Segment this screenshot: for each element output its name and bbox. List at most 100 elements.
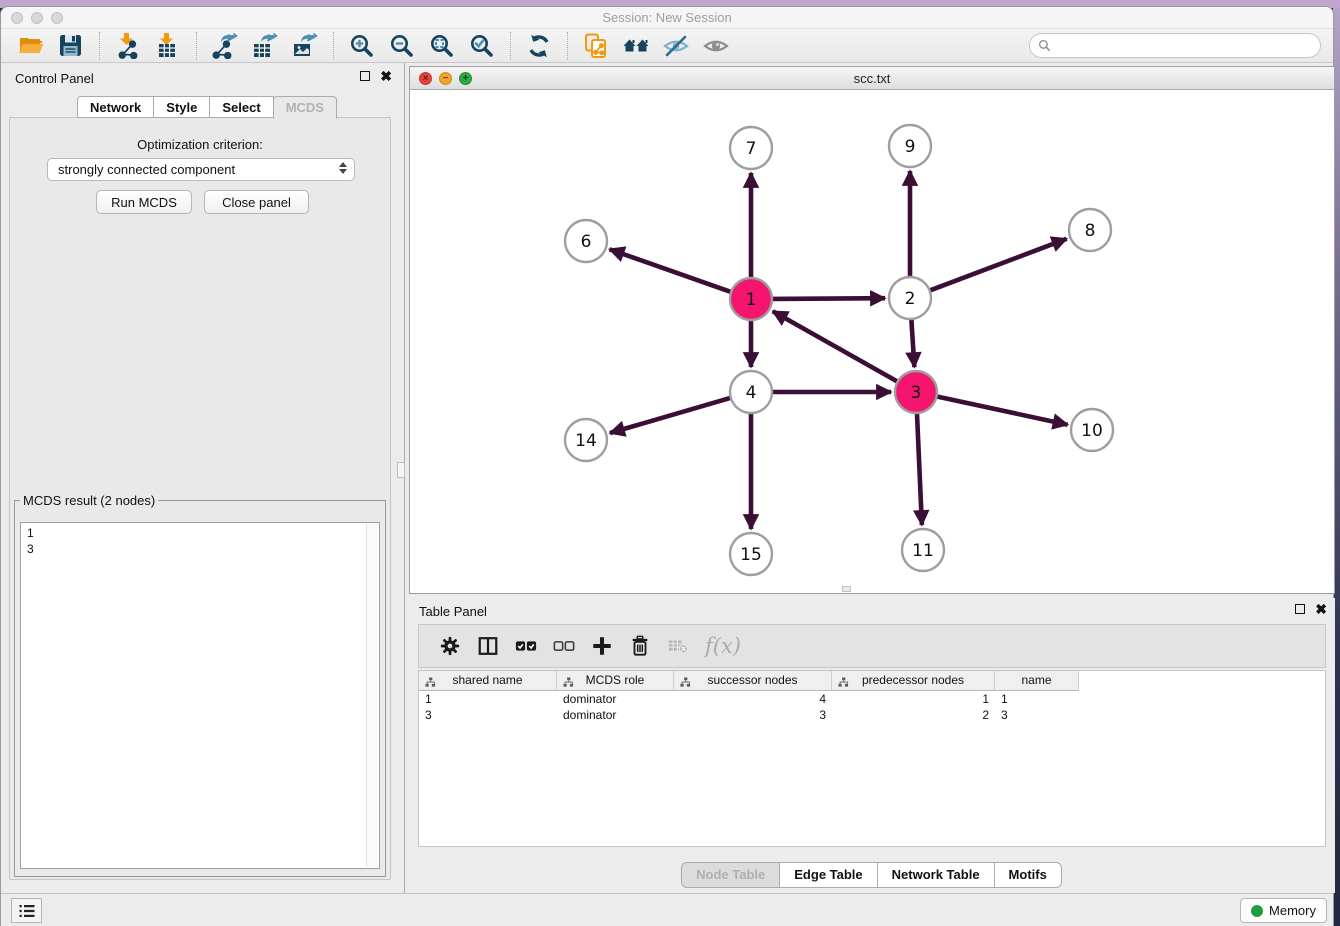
node-15[interactable]: 15 <box>730 533 772 575</box>
tab-edge-table[interactable]: Edge Table <box>779 862 877 888</box>
column-header-name[interactable]: name <box>995 671 1079 691</box>
tab-network-table[interactable]: Network Table <box>877 862 995 888</box>
edge-1-6[interactable] <box>610 249 731 291</box>
eye-icon[interactable] <box>699 31 733 61</box>
search-box[interactable] <box>1029 33 1321 58</box>
export-network-icon[interactable] <box>208 31 242 61</box>
node-11[interactable]: 11 <box>902 529 944 571</box>
edge-3-10[interactable] <box>938 397 1068 425</box>
duplicate-network-icon[interactable] <box>579 31 613 61</box>
tab-node-table[interactable]: Node Table <box>681 862 780 888</box>
zoom-in-icon[interactable] <box>345 31 379 61</box>
delete-column-icon[interactable] <box>625 631 655 661</box>
edge-1-2[interactable] <box>773 298 885 299</box>
network-canvas[interactable]: 7 9 6 8 1 2 4 3 14 10 15 11 <box>410 90 1334 593</box>
function-builder-icon[interactable]: f(x) <box>705 634 741 658</box>
toolbar-separator <box>333 32 334 60</box>
task-history-button[interactable] <box>11 898 42 923</box>
node-9[interactable]: 9 <box>889 125 931 167</box>
mcds-result-textarea[interactable]: 1 3 <box>20 522 380 869</box>
node-3[interactable]: 3 <box>895 371 937 413</box>
table-float-panel-icon[interactable] <box>1295 604 1305 614</box>
split-panel-icon[interactable] <box>473 631 503 661</box>
gear-icon[interactable] <box>435 631 465 661</box>
mcds-result-title: MCDS result (2 nodes) <box>20 493 158 508</box>
node-1[interactable]: 1 <box>730 278 772 320</box>
eye-slash-icon[interactable] <box>659 31 693 61</box>
table-cell[interactable]: 3 <box>995 707 1079 723</box>
add-column-icon[interactable] <box>587 631 617 661</box>
table-cell[interactable]: 2 <box>832 707 995 723</box>
edge-2-3[interactable] <box>911 320 914 367</box>
tab-select[interactable]: Select <box>209 96 273 118</box>
open-folder-icon[interactable] <box>14 31 48 61</box>
tab-network[interactable]: Network <box>77 96 154 118</box>
attribute-type-icon <box>425 675 436 694</box>
search-input[interactable] <box>1051 37 1320 55</box>
horizontal-splitter-handle[interactable] <box>842 586 851 592</box>
edge-4-14[interactable] <box>610 398 730 433</box>
memory-button[interactable]: Memory <box>1240 898 1327 923</box>
tab-mcds[interactable]: MCDS <box>273 96 337 119</box>
table-cell[interactable]: 1 <box>419 691 557 707</box>
mcds-result-scrollbar[interactable] <box>366 524 378 867</box>
table-cell[interactable]: 1 <box>995 691 1079 707</box>
vertical-splitter-handle[interactable] <box>397 462 405 478</box>
export-table-icon[interactable] <box>248 31 282 61</box>
table-close-panel-icon[interactable]: ✖ <box>1315 604 1327 614</box>
table-cell[interactable]: 3 <box>419 707 557 723</box>
save-icon[interactable] <box>54 31 88 61</box>
session-title: Session: New Session <box>1 10 1333 25</box>
zoom-fit-icon[interactable] <box>425 31 459 61</box>
control-panel: Control Panel ✖ NetworkStyleSelectMCDS O… <box>1 63 405 893</box>
edge-3-11[interactable] <box>917 414 922 525</box>
mcds-result-values: 1 3 <box>21 523 379 559</box>
delete-table-icon[interactable] <box>663 631 693 661</box>
column-header-predecessor-nodes[interactable]: predecessor nodes <box>832 671 995 691</box>
refresh-icon[interactable] <box>522 31 556 61</box>
select-all-icon[interactable] <box>511 631 541 661</box>
edge-3-1[interactable] <box>773 311 897 381</box>
run-mcds-button[interactable]: Run MCDS <box>96 190 192 214</box>
tab-style[interactable]: Style <box>153 96 210 118</box>
toolbar-separator <box>196 32 197 60</box>
node-10[interactable]: 10 <box>1071 409 1113 451</box>
node-7[interactable]: 7 <box>730 127 772 169</box>
column-header-successor-nodes[interactable]: successor nodes <box>674 671 832 691</box>
node-label: 14 <box>575 431 597 451</box>
table-cell[interactable]: 3 <box>674 707 832 723</box>
close-panel-icon[interactable]: ✖ <box>380 71 392 81</box>
table-row[interactable]: 1dominator411 <box>419 691 1325 707</box>
table-cell[interactable]: 4 <box>674 691 832 707</box>
table-cell[interactable]: dominator <box>557 691 674 707</box>
zoom-out-icon[interactable] <box>385 31 419 61</box>
import-table-icon[interactable] <box>151 31 185 61</box>
zoom-selected-icon[interactable] <box>465 31 499 61</box>
table-row[interactable]: 3dominator323 <box>419 707 1325 723</box>
memory-status-icon <box>1251 905 1263 917</box>
close-panel-button[interactable]: Close panel <box>204 190 309 214</box>
network-window-titlebar[interactable]: × − + scc.txt <box>410 67 1334 90</box>
home-icon[interactable] <box>619 31 653 61</box>
import-network-icon[interactable] <box>111 31 145 61</box>
table-cell[interactable]: 1 <box>832 691 995 707</box>
node-6[interactable]: 6 <box>565 220 607 262</box>
node-label: 3 <box>911 383 922 403</box>
node-8[interactable]: 8 <box>1069 209 1111 251</box>
node-table[interactable]: shared nameMCDS rolesuccessor nodesprede… <box>418 670 1326 847</box>
column-header-MCDS-role[interactable]: MCDS role <box>557 671 674 691</box>
column-header-shared-name[interactable]: shared name <box>419 671 557 691</box>
search-icon <box>1038 39 1051 52</box>
deselect-all-icon[interactable] <box>549 631 579 661</box>
mcds-result-fieldset: MCDS result (2 nodes) 1 3 <box>14 493 386 877</box>
optimization-criterion-select[interactable]: strongly connected component <box>47 158 355 181</box>
table-cell[interactable]: dominator <box>557 707 674 723</box>
node-2[interactable]: 2 <box>889 277 931 319</box>
float-panel-icon[interactable] <box>360 71 370 81</box>
export-image-icon[interactable] <box>288 31 322 61</box>
edge-2-8[interactable] <box>931 239 1067 290</box>
node-14[interactable]: 14 <box>565 419 607 461</box>
tab-motifs[interactable]: Motifs <box>994 862 1062 888</box>
node-4[interactable]: 4 <box>730 371 772 413</box>
table-toolbar: f(x) <box>418 624 1326 668</box>
